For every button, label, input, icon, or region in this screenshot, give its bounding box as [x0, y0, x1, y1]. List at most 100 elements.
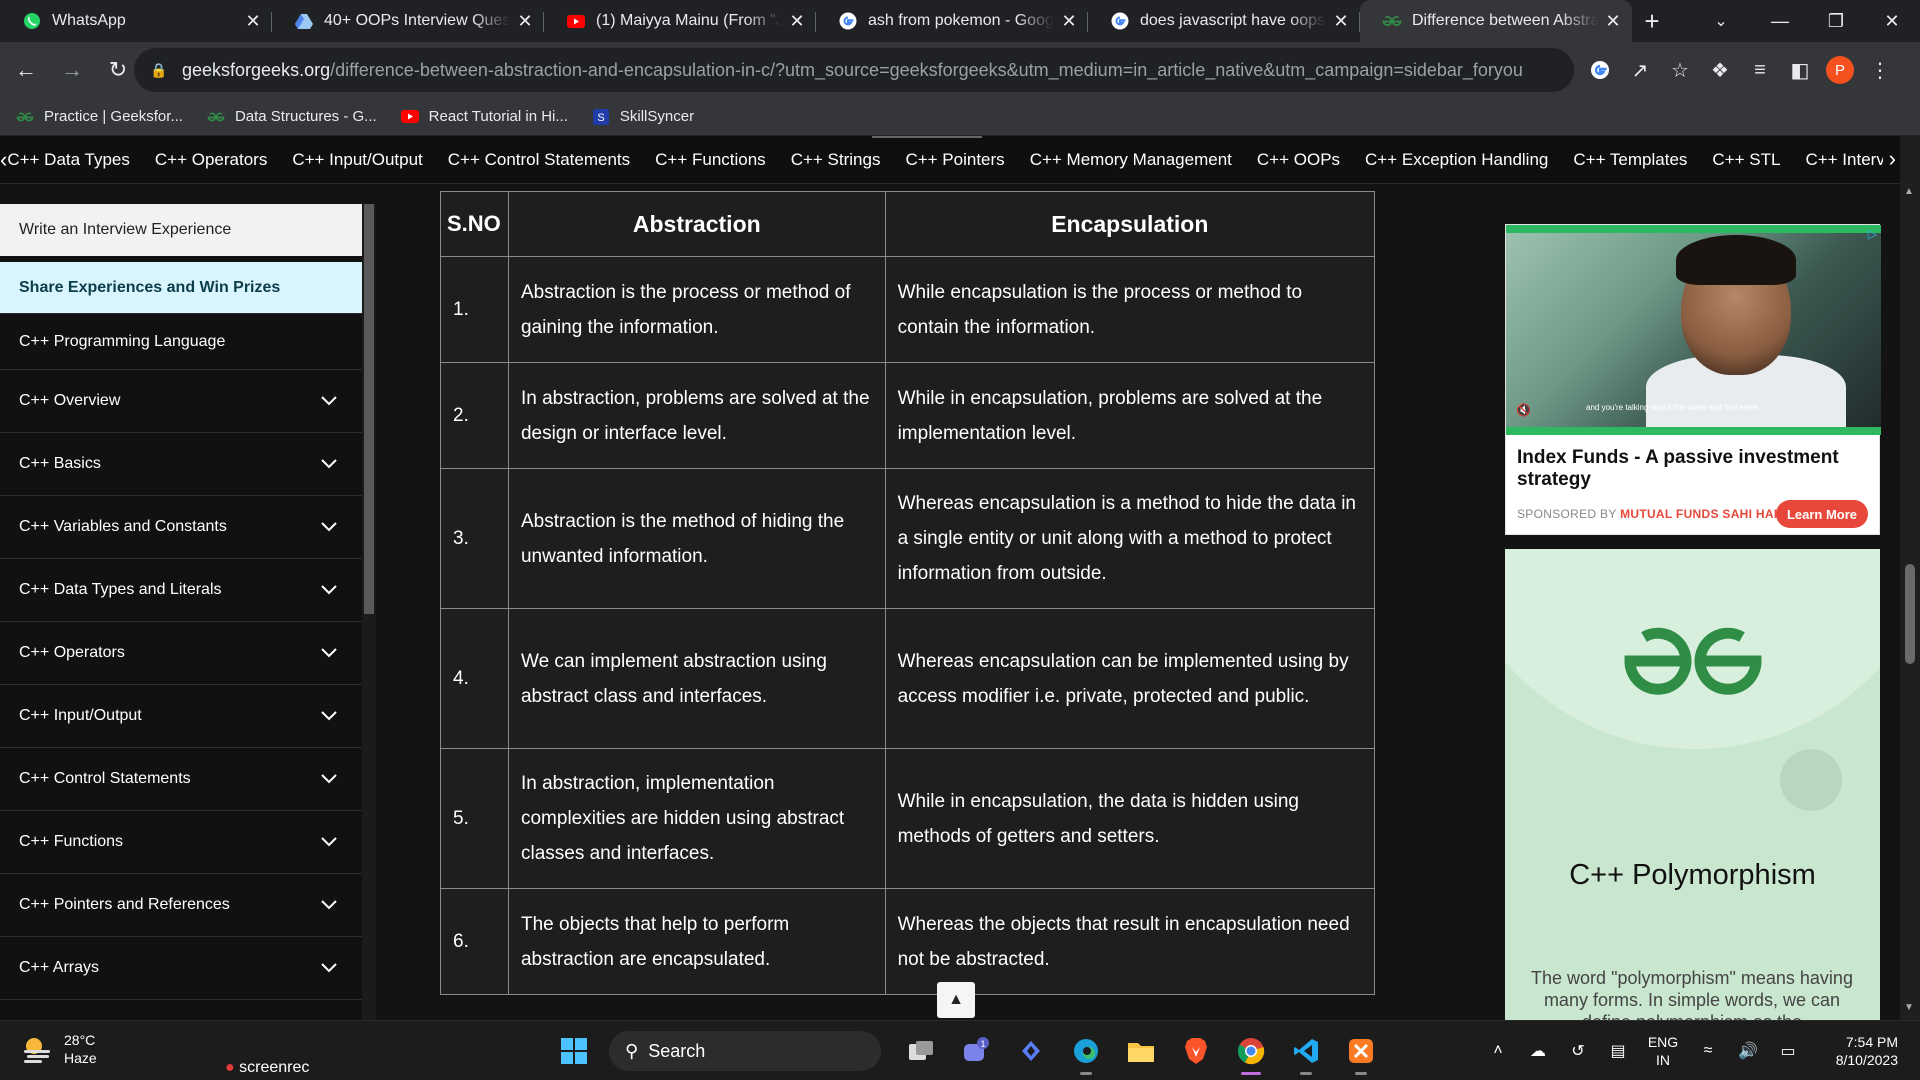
task-view-icon[interactable] [895, 1027, 947, 1075]
sync-icon[interactable]: ↺ [1558, 1041, 1598, 1061]
bookmark-item[interactable]: S SkillSyncer [592, 108, 694, 125]
topic-nav-item[interactable]: C++ Exception Handling [1365, 150, 1548, 170]
sidebar-item[interactable]: C++ Functions [0, 811, 362, 874]
display-icon[interactable]: ▤ [1598, 1041, 1638, 1061]
topic-nav-item[interactable]: C++ Control Statements [448, 150, 630, 170]
sidebar-item[interactable]: C++ Overview [0, 370, 362, 433]
sidebar-item[interactable]: C++ Arrays [0, 937, 362, 1000]
sidebar-item[interactable]: C++ Pointers and References [0, 874, 362, 937]
bookmark-item[interactable]: React Tutorial in Hi... [400, 108, 568, 125]
chevron-down-icon[interactable] [320, 770, 338, 788]
file-explorer-icon[interactable] [1115, 1027, 1167, 1075]
onedrive-warning-icon[interactable]: ☁ [1518, 1041, 1558, 1061]
nav-left-chevron-icon[interactable]: ‹ [0, 147, 7, 173]
recommended-article-card[interactable]: C++ Polymorphism The word "polymorphism"… [1505, 549, 1880, 1020]
ad-video[interactable]: 🔇 and you're talking about this week and… [1506, 225, 1881, 435]
topic-nav-item[interactable]: C++ Templates [1573, 150, 1687, 170]
address-bar[interactable]: 🔒 geeksforgeeks.org/difference-between-a… [134, 48, 1574, 92]
page-scrollbar-thumb[interactable] [1905, 564, 1915, 664]
forward-arrow-icon[interactable]: → [52, 50, 92, 90]
topic-nav-item[interactable]: C++ STL [1712, 150, 1780, 170]
topic-nav-item[interactable]: C++ Strings [791, 150, 881, 170]
close-icon[interactable]: ✕ [1864, 0, 1920, 42]
google-lens-icon[interactable] [1580, 50, 1620, 90]
tab-close-icon[interactable]: ✕ [1060, 11, 1078, 32]
browser-tab[interactable]: ash from pokemon - Googl ✕ [816, 0, 1088, 42]
side-panel-icon[interactable]: ◧ [1780, 50, 1820, 90]
sidebar-item[interactable]: C++ Input/Output [0, 685, 362, 748]
nav-right-chevron-icon[interactable]: › [1882, 146, 1896, 172]
edge-browser-icon[interactable] [1060, 1027, 1112, 1075]
start-windows-icon[interactable] [548, 1027, 600, 1075]
sidebar-item[interactable]: C++ Operators [0, 622, 362, 685]
browser-tab[interactable]: WhatsApp ✕ [0, 0, 272, 42]
extensions-puzzle-icon[interactable]: ❖ [1700, 50, 1740, 90]
chevron-down-icon[interactable] [320, 959, 338, 977]
vscode-icon[interactable] [1280, 1027, 1332, 1075]
back-arrow-icon[interactable]: ← [6, 50, 46, 90]
ad-title[interactable]: Index Funds - A passive investment strat… [1517, 447, 1867, 491]
restore-icon[interactable]: ❐ [1808, 0, 1864, 42]
tab-close-icon[interactable]: ✕ [516, 11, 534, 32]
chevron-down-icon[interactable] [320, 707, 338, 725]
sidebar-item[interactable]: C++ Control Statements [0, 748, 362, 811]
brave-browser-icon[interactable] [1170, 1027, 1222, 1075]
lock-icon[interactable]: 🔒 [150, 62, 168, 79]
tab-close-icon[interactable]: ✕ [1604, 11, 1622, 32]
new-tab-button[interactable]: + [1632, 0, 1672, 42]
chevron-down-icon[interactable] [320, 896, 338, 914]
scroll-to-top-button[interactable]: ▲ [937, 982, 975, 1018]
sidebar-item[interactable]: C++ Basics [0, 433, 362, 496]
sidebar-cpp-programming-language[interactable]: C++ Programming Language [0, 314, 362, 370]
bookmark-star-icon[interactable]: ☆ [1660, 50, 1700, 90]
xampp-icon[interactable] [1335, 1027, 1387, 1075]
language-indicator[interactable]: ENG IN [1638, 1033, 1688, 1069]
sponsored-ad[interactable]: 🔇 and you're talking about this week and… [1505, 224, 1881, 535]
chevron-down-icon[interactable] [320, 581, 338, 599]
sidebar-scrollbar[interactable] [362, 204, 376, 1020]
chevron-down-icon[interactable] [320, 644, 338, 662]
learn-more-button[interactable]: Learn More [1776, 500, 1868, 528]
browser-menu-icon[interactable]: ⋮ [1860, 50, 1900, 90]
topic-nav-item[interactable]: C++ Input/Output [292, 150, 422, 170]
topic-nav-item[interactable]: C++ OOPs [1257, 150, 1340, 170]
chevron-down-icon[interactable] [320, 392, 338, 410]
tab-close-icon[interactable]: ✕ [788, 11, 806, 32]
topic-nav-item[interactable]: C++ Memory Management [1030, 150, 1232, 170]
battery-icon[interactable]: ▭ [1768, 1041, 1808, 1061]
tab-close-icon[interactable]: ✕ [1332, 11, 1350, 32]
weather-widget[interactable]: 28°C Haze [20, 1031, 97, 1067]
chevron-down-icon[interactable] [320, 833, 338, 851]
chevron-down-icon[interactable] [320, 455, 338, 473]
sidebar-scrollbar-thumb[interactable] [364, 204, 374, 614]
wifi-icon[interactable]: ≈ [1688, 1042, 1728, 1060]
topic-nav-item[interactable]: C++ Data Types [7, 150, 130, 170]
scroll-up-icon[interactable]: ▲ [1904, 186, 1914, 197]
mute-icon[interactable]: 🔇 [1516, 403, 1531, 417]
sidebar-write-interview-experience[interactable]: Write an Interview Experience [0, 204, 362, 256]
topic-nav-item[interactable]: C++ Pointers [905, 150, 1004, 170]
reload-icon[interactable]: ↻ [98, 50, 138, 90]
chrome-browser-icon[interactable] [1225, 1027, 1277, 1075]
topic-nav-item[interactable]: C++ Operators [155, 150, 267, 170]
copilot-icon[interactable] [1005, 1027, 1057, 1075]
page-scrollbar[interactable]: ▲ ▼ [1900, 136, 1920, 1020]
taskbar-search[interactable]: ⚲ Search [609, 1031, 881, 1071]
sidebar-item[interactable]: C++ Variables and Constants [0, 496, 362, 559]
browser-tab[interactable]: Difference between Abstrac ✕ [1360, 0, 1632, 42]
sidebar-share-experiences[interactable]: Share Experiences and Win Prizes [0, 262, 362, 314]
media-queue-icon[interactable]: ≡ [1740, 50, 1780, 90]
bookmark-item[interactable]: Practice | Geeksfor... [16, 108, 183, 125]
tab-close-icon[interactable]: ✕ [244, 11, 262, 32]
bookmark-item[interactable]: Data Structures - G... [207, 108, 377, 125]
sidebar-item[interactable]: C++ Data Types and Literals [0, 559, 362, 622]
topic-nav-item[interactable]: C++ Functions [655, 150, 766, 170]
browser-tab[interactable]: does javascript have oops c ✕ [1088, 0, 1360, 42]
clock[interactable]: 7:54 PM 8/10/2023 [1808, 1033, 1898, 1069]
chevron-down-icon[interactable] [320, 518, 338, 536]
volume-icon[interactable]: 🔊 [1728, 1041, 1768, 1061]
scroll-down-icon[interactable]: ▼ [1904, 1002, 1914, 1013]
tray-overflow-chevron-icon[interactable]: ˄ [1478, 1042, 1518, 1060]
adchoices-icon[interactable]: ▷ [1868, 227, 1877, 241]
minimize-icon[interactable]: — [1752, 0, 1808, 42]
